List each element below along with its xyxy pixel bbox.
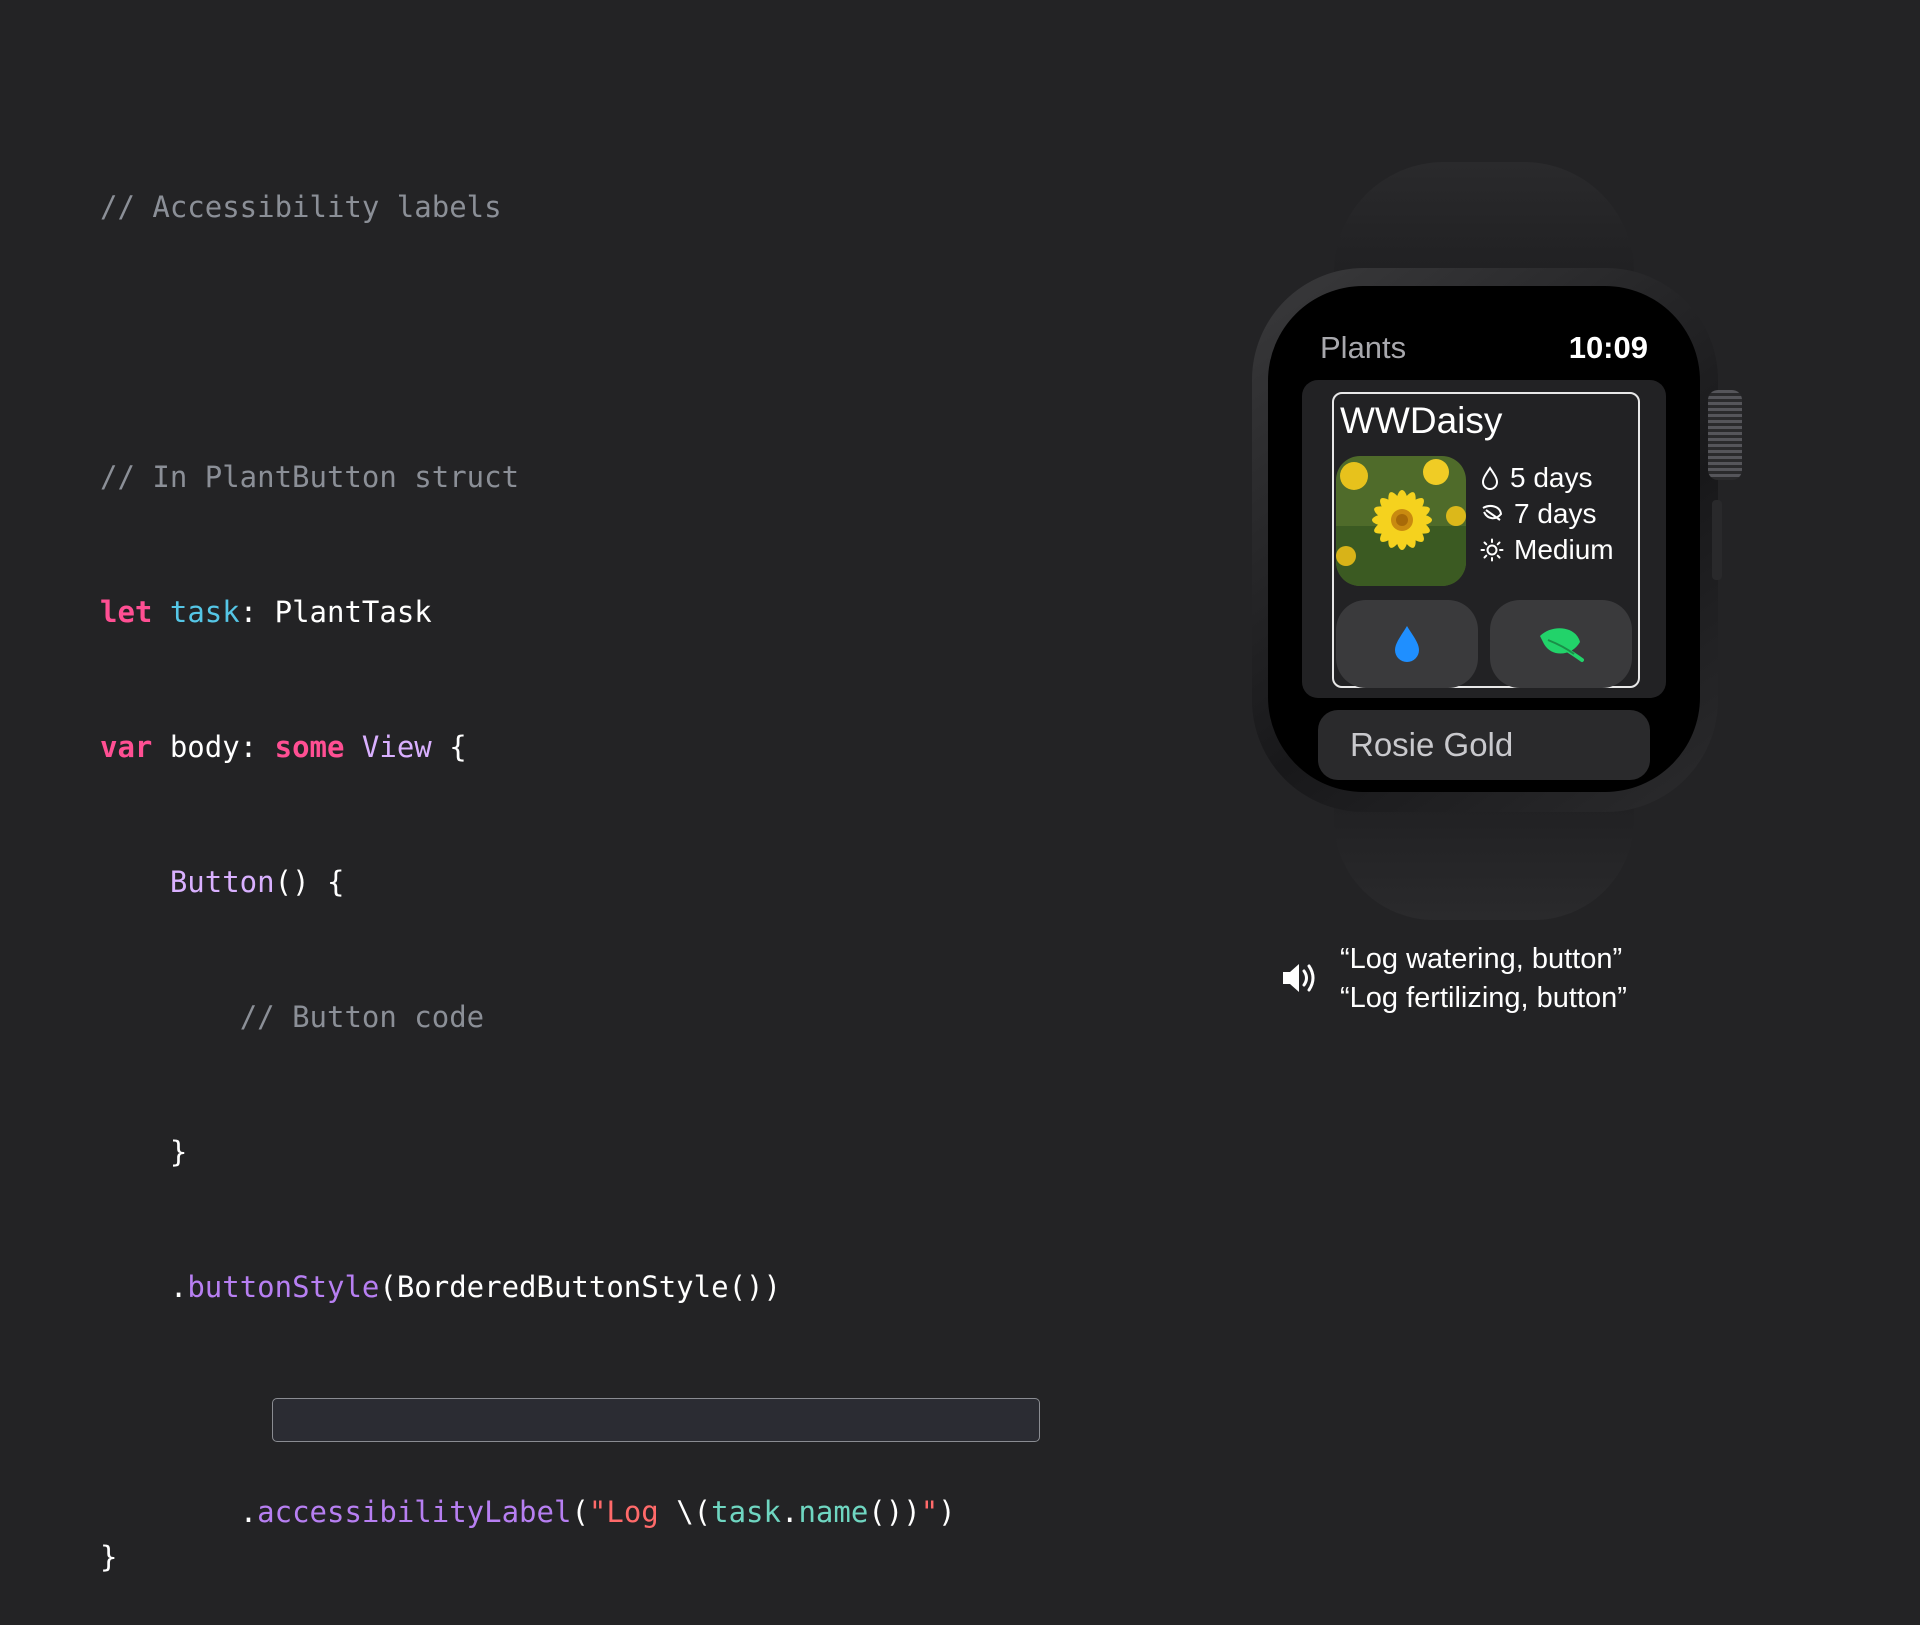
- side-button[interactable]: [1712, 500, 1722, 580]
- water-stat: 5 days: [1480, 460, 1614, 496]
- code-line: // Accessibility labels: [100, 185, 956, 230]
- highlight-box: [272, 1398, 1040, 1442]
- next-plant-name: Rosie Gold: [1350, 726, 1514, 763]
- digital-crown[interactable]: [1708, 390, 1742, 480]
- plant-name: WWDaisy: [1340, 400, 1503, 441]
- code-line: // Button code: [100, 995, 956, 1040]
- code-text: : PlantTask: [239, 595, 432, 629]
- code-keyword: var: [100, 730, 153, 764]
- log-fertilizing-button[interactable]: [1490, 600, 1632, 688]
- plant-photo: [1336, 456, 1466, 586]
- code-function: accessibilityLabel: [257, 1495, 572, 1529]
- leaf-icon: [1482, 505, 1503, 521]
- code-line: var body: some View {: [100, 725, 956, 770]
- code-text: body:: [152, 730, 275, 764]
- code-comment: // In PlantButton struct: [100, 460, 520, 494]
- speech-line-1: “Log watering, button”: [1340, 943, 1623, 975]
- watch-screen: Plants 10:09 WWDaisy 5 days 7 days Mediu…: [1268, 286, 1700, 792]
- code-line: Button() {: [100, 860, 956, 905]
- fertilize-interval: 7 days: [1514, 498, 1597, 529]
- code-line: // In PlantButton struct: [100, 455, 956, 500]
- code-line: .buttonStyle(BorderedButtonStyle()): [169, 1270, 781, 1304]
- droplet-icon: [1481, 466, 1499, 490]
- sun-icon: [1480, 538, 1504, 562]
- code-text: () {: [274, 865, 345, 899]
- clock: 10:09: [1568, 330, 1648, 365]
- water-interval: 5 days: [1510, 462, 1593, 493]
- fertilize-stat: 7 days: [1480, 496, 1614, 532]
- code-text: }: [100, 1540, 118, 1574]
- code-identifier: task: [711, 1495, 781, 1529]
- code-function: buttonStyle: [187, 1270, 380, 1304]
- code-comment: // Accessibility labels: [100, 190, 502, 224]
- code-identifier: task: [169, 595, 240, 629]
- voiceover-speech: “Log watering, button” “Log fertilizing,…: [1340, 940, 1627, 1018]
- speech-line-2: “Log fertilizing, button”: [1340, 982, 1627, 1014]
- code-type: View: [361, 730, 432, 764]
- code-line: }: [100, 1130, 956, 1175]
- code-keyword: let: [100, 595, 153, 629]
- code-string: ": [920, 1495, 939, 1529]
- code-text: {: [431, 730, 467, 764]
- code-keyword: some: [274, 730, 345, 764]
- light-level: Medium: [1514, 534, 1614, 565]
- plant-stats: 5 days 7 days Medium: [1480, 460, 1614, 568]
- log-watering-button[interactable]: [1336, 600, 1478, 688]
- fertilize-leaf-icon: [1540, 628, 1584, 662]
- next-plant-card[interactable]: Rosie Gold: [1318, 710, 1650, 780]
- plant-card[interactable]: WWDaisy 5 days 7 days Medium: [1302, 380, 1666, 698]
- code-string: "Log: [588, 1495, 677, 1529]
- code-type: Button: [169, 865, 275, 899]
- code-comment: // Button code: [239, 1000, 485, 1034]
- code-line: }: [100, 1535, 956, 1580]
- code-text: (BorderedButtonStyle()): [379, 1270, 781, 1304]
- focus-ring: WWDaisy 5 days 7 days Medium: [1332, 392, 1640, 688]
- light-stat: Medium: [1480, 532, 1614, 568]
- code-identifier: name: [798, 1495, 869, 1529]
- nav-title: Plants: [1320, 330, 1407, 365]
- code-text: }: [169, 1135, 188, 1169]
- water-drop-icon: [1395, 626, 1419, 662]
- speaker-icon: [1280, 960, 1320, 1001]
- code-line: let task: PlantTask: [100, 590, 956, 635]
- code-line-highlighted: .accessibilityLabel("Log \(task.name())"…: [100, 1398, 1040, 1529]
- code-block: // Accessibility labels // In PlantButto…: [100, 95, 1040, 1625]
